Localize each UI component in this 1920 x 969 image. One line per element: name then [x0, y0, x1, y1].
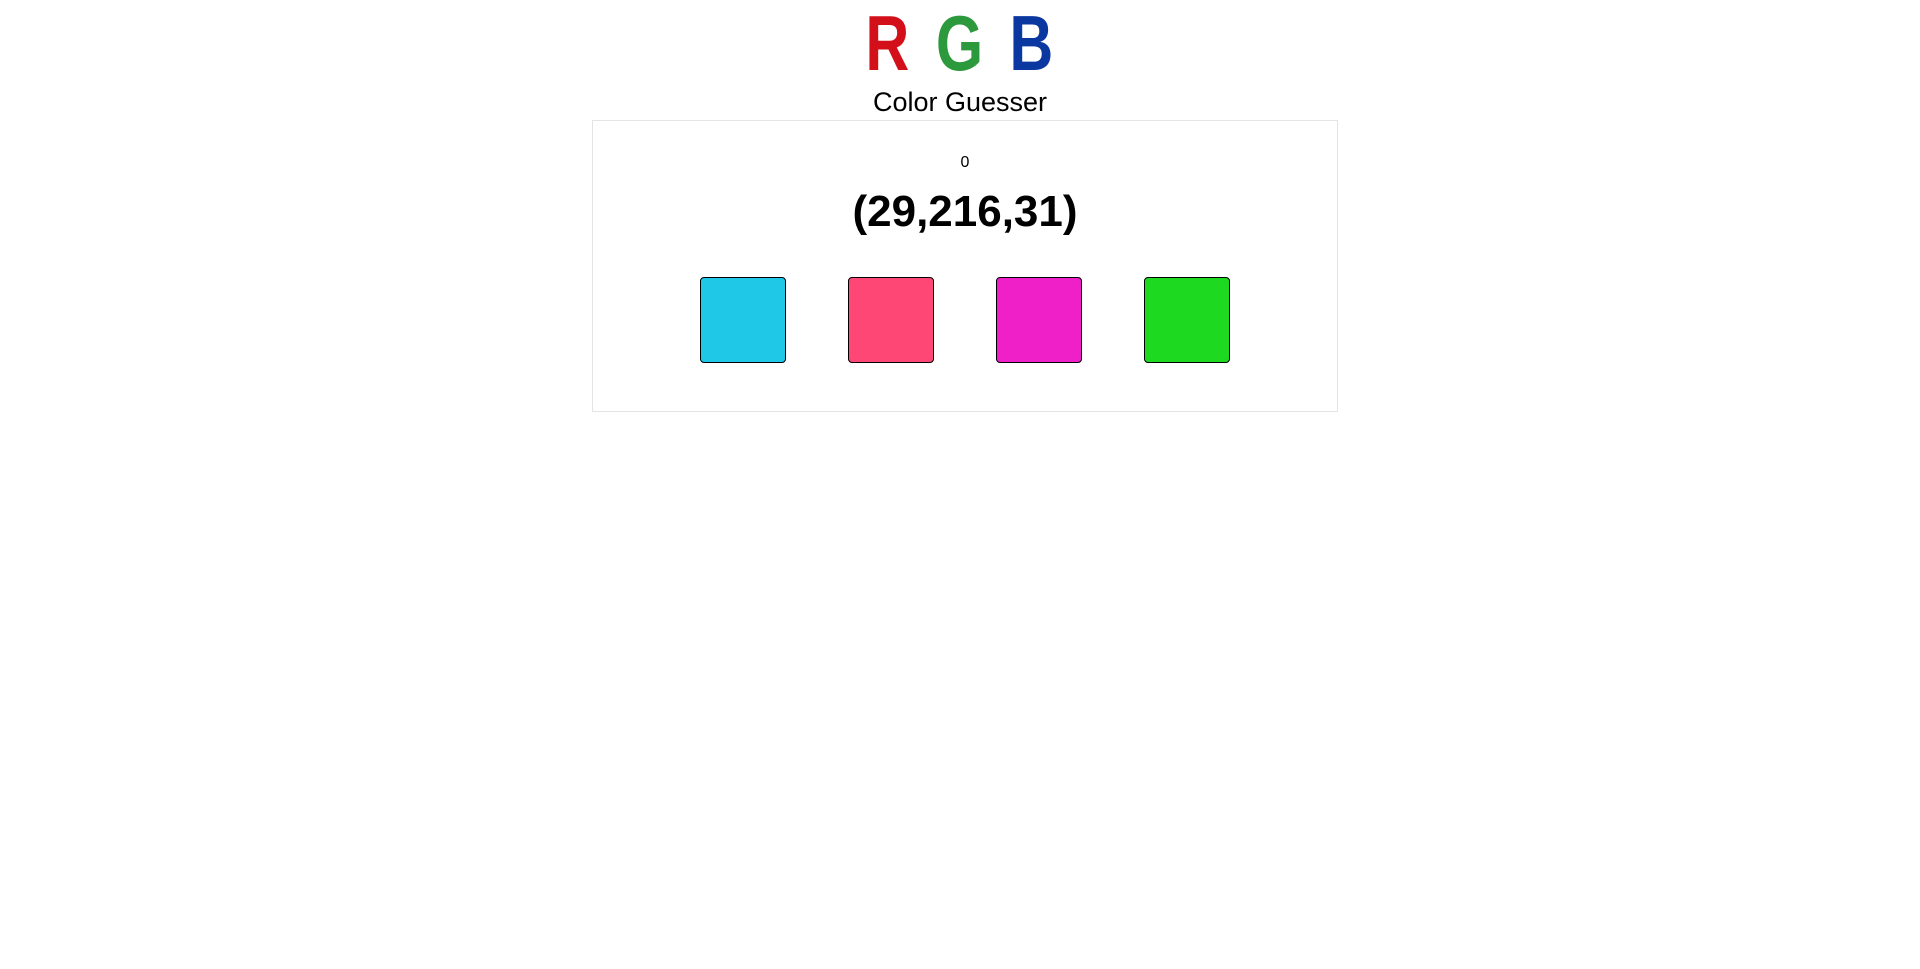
color-option-4[interactable] — [1144, 277, 1230, 363]
logo-letter-r: R — [865, 0, 911, 87]
logo-letter-b: B — [1009, 0, 1055, 87]
score-counter: 0 — [960, 154, 970, 171]
color-option-1[interactable] — [700, 277, 786, 363]
game-panel: 0 (29,216,31) — [592, 120, 1338, 412]
color-option-3[interactable] — [996, 277, 1082, 363]
page-subtitle: Color Guesser — [872, 87, 1048, 117]
target-rgb-value: (29,216,31) — [852, 187, 1078, 236]
color-options — [700, 277, 1234, 365]
logo-letter-g: G — [935, 0, 985, 87]
color-option-2[interactable] — [848, 277, 934, 363]
rgb-logo: R G B — [0, 4, 1920, 82]
